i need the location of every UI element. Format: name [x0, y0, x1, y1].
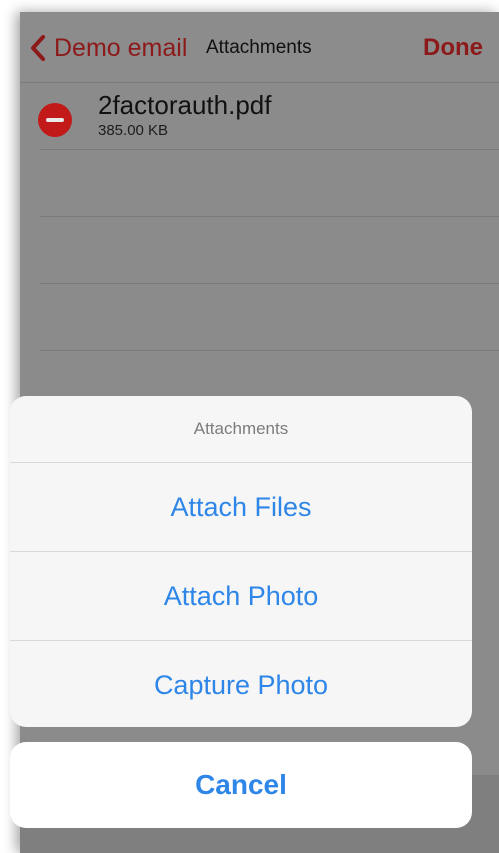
attachment-file-name: 2factorauth.pdf	[98, 90, 272, 120]
attachment-file-size: 385.00 KB	[98, 122, 169, 139]
cancel-button[interactable]: Cancel	[10, 742, 472, 828]
navigation-bar: Demo email Attachments Done	[20, 12, 499, 83]
attach-photo-button[interactable]: Attach Photo	[10, 552, 472, 641]
back-button[interactable]: Demo email	[28, 32, 187, 64]
attachment-row: 2factorauth.pdf 385.00 KB	[38, 83, 499, 150]
capture-photo-button[interactable]: Capture Photo	[10, 641, 472, 727]
empty-list-row	[40, 284, 499, 351]
attachment-list: 2factorauth.pdf 385.00 KB	[20, 83, 499, 351]
attachment-action-sheet: Attachments Attach Files Attach Photo Ca…	[10, 396, 472, 727]
page-title: Attachments	[206, 37, 312, 58]
empty-list-row	[40, 150, 499, 217]
empty-list-row	[40, 217, 499, 284]
action-sheet-title: Attachments	[10, 396, 472, 463]
minus-circle-icon[interactable]	[38, 103, 72, 137]
attach-files-button[interactable]: Attach Files	[10, 463, 472, 552]
back-button-label: Demo email	[54, 34, 188, 62]
done-button[interactable]: Done	[423, 33, 483, 63]
chevron-left-icon	[28, 33, 48, 63]
